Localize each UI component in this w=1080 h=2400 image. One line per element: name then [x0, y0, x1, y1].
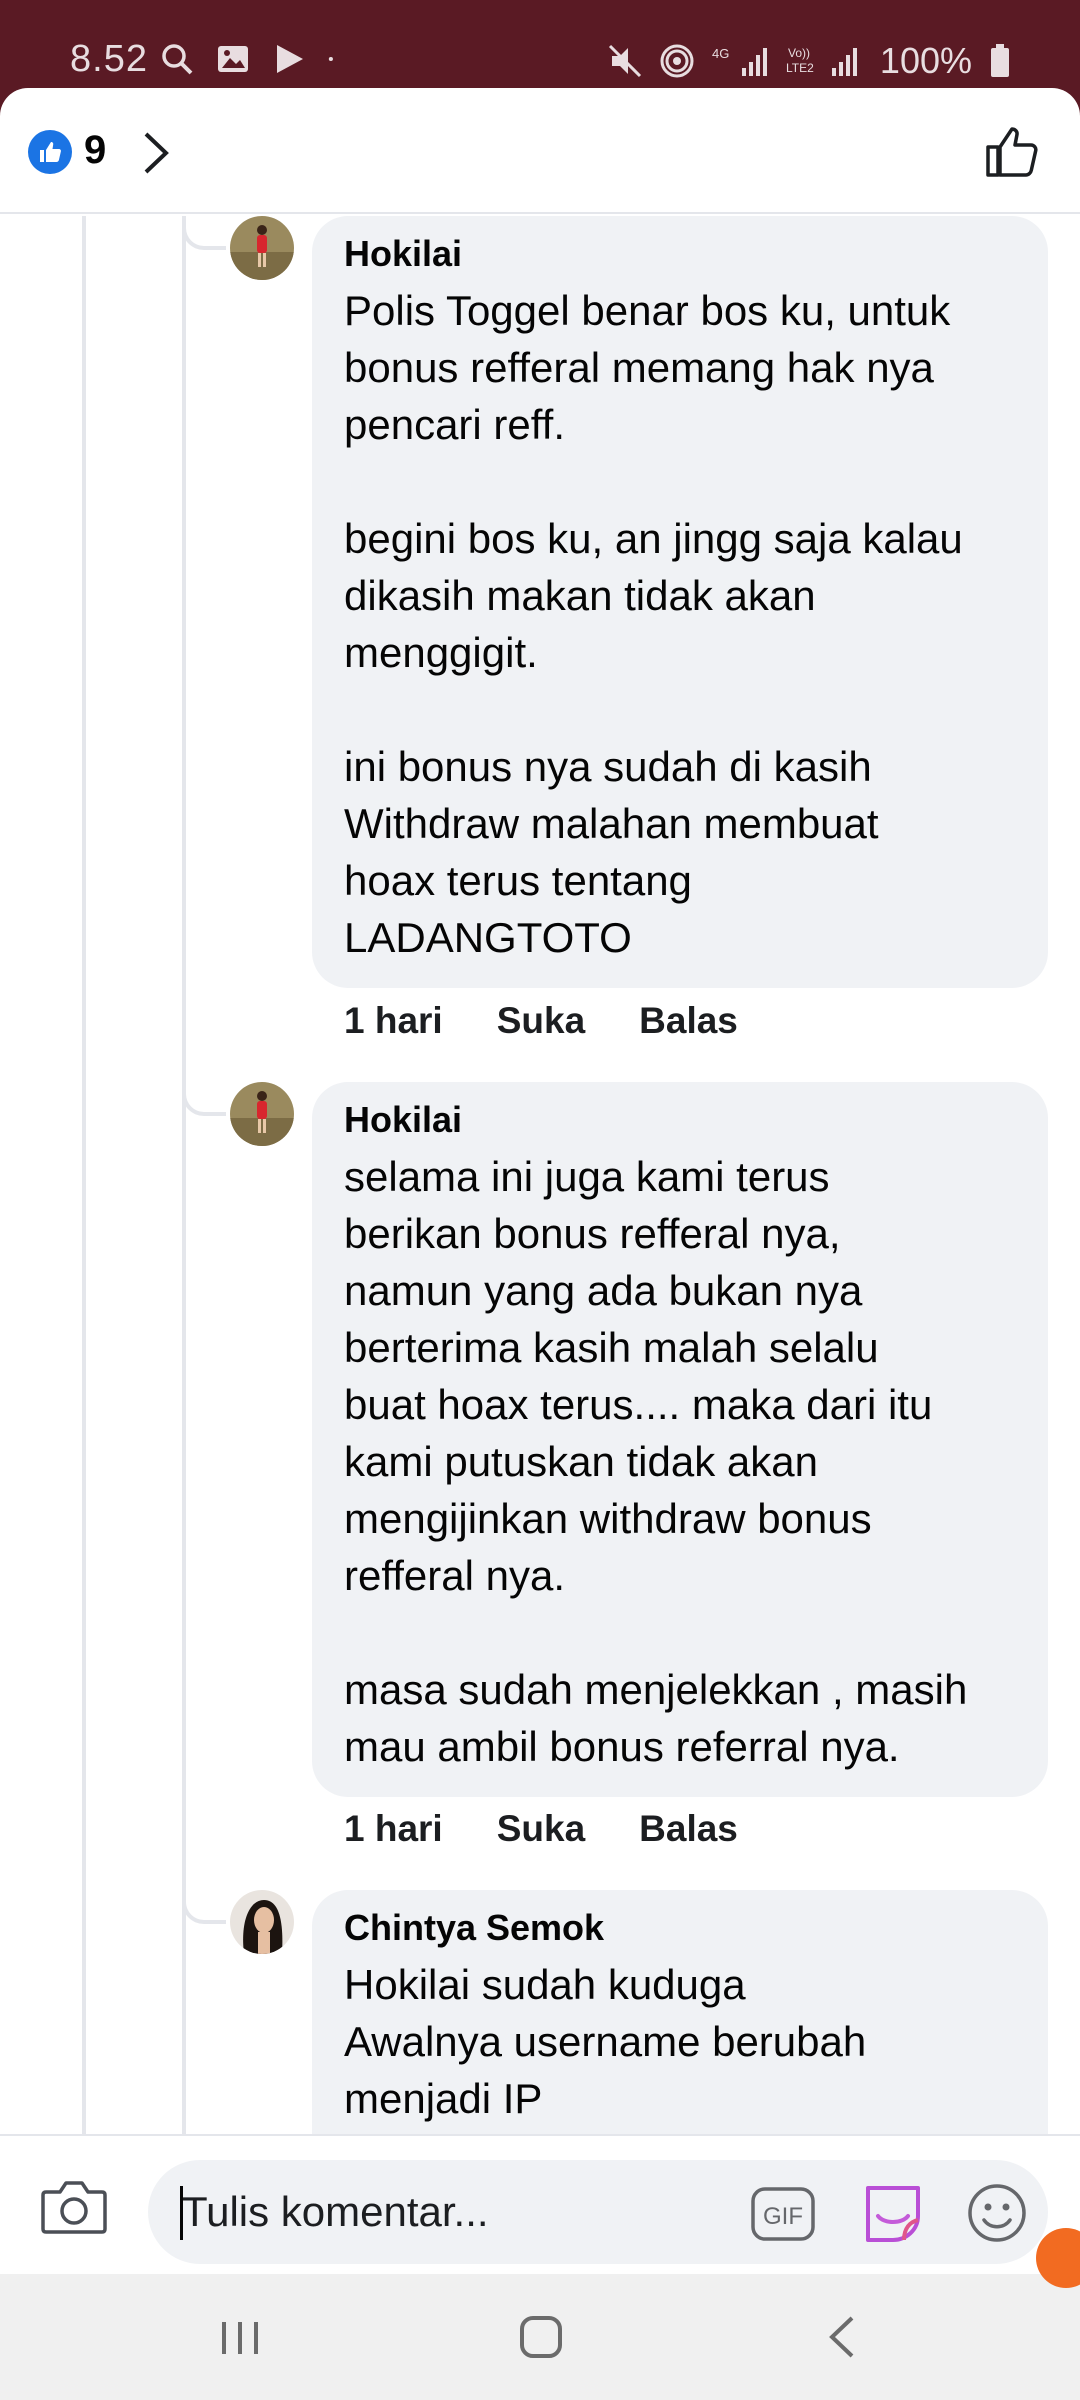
emoji-icon[interactable]: [966, 2182, 1028, 2244]
comment-thread: Hokilai Polis Toggel benar bos ku, untuk…: [0, 216, 1080, 2134]
camera-icon[interactable]: [40, 2178, 108, 2236]
signal-4g-icon: 4G: [712, 46, 767, 76]
sticker-icon[interactable]: [860, 2182, 926, 2244]
battery-percentage: 100%: [879, 40, 972, 81]
svg-text:Vo)): Vo)): [788, 46, 810, 60]
signal-lte2-icon: Vo))LTE2: [786, 46, 857, 76]
avatar[interactable]: [230, 1890, 294, 1954]
thread-line: [82, 216, 86, 2134]
avatar[interactable]: [230, 216, 294, 280]
comment-input[interactable]: [182, 2180, 722, 2244]
thumbs-up-icon: [40, 142, 61, 162]
reply-thread-line: [182, 216, 186, 2134]
reply-connector: [182, 1082, 226, 1116]
comment-bubble[interactable]: Hokilai Polis Toggel benar bos ku, untuk…: [312, 216, 1048, 988]
reaction-header[interactable]: 9: [0, 88, 1080, 214]
status-right-icons: 4G Vo)) LTE2 100%: [608, 40, 1010, 82]
reaction-count: 9: [84, 128, 107, 172]
comments-sheet: 9 Hokilai Polis Toggel benar bos ku, unt…: [0, 88, 1080, 2274]
avatar[interactable]: [230, 1082, 294, 1146]
comment-bubble[interactable]: Hokilai selama ini juga kami terus berik…: [312, 1082, 1048, 1797]
reply-button[interactable]: Balas: [639, 1000, 738, 1042]
svg-text:4G: 4G: [712, 46, 729, 61]
like-button[interactable]: Suka: [497, 1808, 585, 1850]
gif-icon[interactable]: GIF: [750, 2186, 816, 2242]
dot-icon: [328, 56, 333, 62]
play-store-icon: [277, 45, 303, 73]
comment-author[interactable]: Hokilai: [344, 232, 1016, 276]
back-icon[interactable]: [822, 2314, 862, 2360]
home-icon[interactable]: [518, 2314, 564, 2360]
reply-connector: [182, 216, 226, 250]
comment-input-container[interactable]: GIF: [148, 2160, 1048, 2264]
like-reaction-badge: [28, 130, 72, 174]
gif-label: GIF: [763, 2203, 803, 2230]
chevron-right-icon[interactable]: [140, 130, 170, 176]
comment-actions: 1 hari Suka Balas: [344, 1808, 738, 1850]
comment-bubble[interactable]: Chintya Semok Hokilai sudah kuduga Awaln…: [312, 1890, 1048, 2134]
hotspot-icon: [660, 44, 694, 78]
comment-author[interactable]: Chintya Semok: [344, 1906, 1016, 1950]
comment-author[interactable]: Hokilai: [344, 1098, 1016, 1142]
comment-time: 1 hari: [344, 1000, 443, 1041]
recent-apps-icon[interactable]: [218, 2316, 262, 2360]
reply-connector: [182, 1890, 226, 1924]
status-bar: 8.52 4G Vo)) LTE2 100%: [0, 0, 1080, 90]
mute-icon: [608, 44, 641, 78]
system-navigation-bar: [0, 2274, 1080, 2400]
comment-actions: 1 hari Suka Balas: [344, 1000, 738, 1042]
search-icon: [162, 44, 193, 75]
comment-text: selama ini juga kami terus berikan bonus…: [344, 1153, 968, 1770]
comment-composer: GIF: [0, 2134, 1080, 2274]
svg-text:LTE2: LTE2: [786, 61, 814, 75]
comment-text: Polis Toggel benar bos ku, untuk bonus r…: [344, 287, 963, 961]
battery-icon: [991, 44, 1009, 77]
comment-time: 1 hari: [344, 1808, 443, 1849]
gallery-icon: [218, 46, 248, 72]
status-time: 8.52: [70, 38, 148, 80]
reply-button[interactable]: Balas: [639, 1808, 738, 1850]
comment-text: Hokilai sudah kuduga Awalnya username be…: [344, 1961, 867, 2122]
like-icon[interactable]: [984, 122, 1042, 180]
status-left-icons: [160, 42, 342, 76]
like-button[interactable]: Suka: [497, 1000, 585, 1042]
